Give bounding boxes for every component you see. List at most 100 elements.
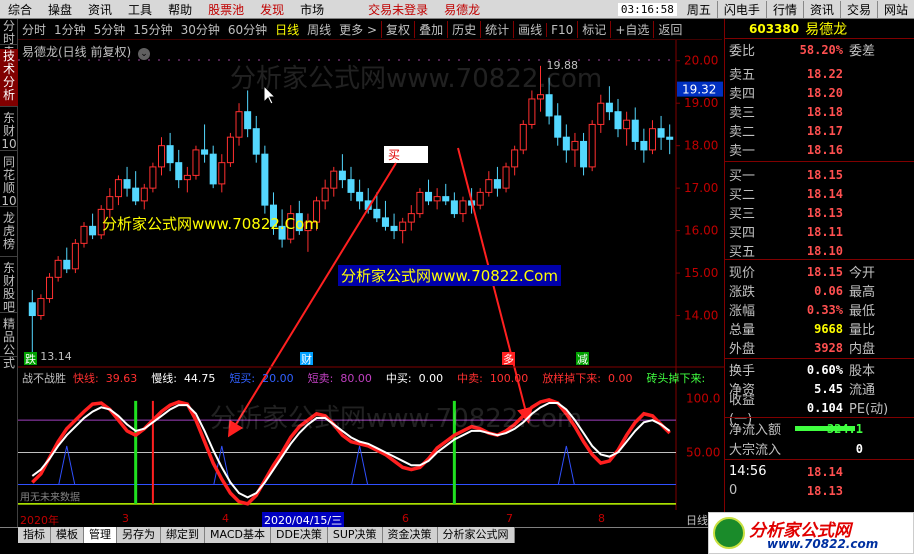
quote-label: 买一: [729, 169, 756, 184]
quote-label: 净流入额: [729, 423, 782, 438]
candle: [476, 188, 484, 210]
candle: [657, 115, 665, 150]
toolbar-button[interactable]: F10: [546, 22, 577, 37]
candle: [175, 149, 183, 189]
indicator-tab[interactable]: MACD基本: [205, 527, 271, 543]
toolbar-button[interactable]: 复权: [381, 21, 414, 38]
quick-button[interactable]: 资讯: [802, 1, 840, 18]
candle: [614, 98, 622, 138]
period-tab[interactable]: 1分钟: [50, 21, 90, 38]
kline-chart[interactable]: 20.00 19.00 18.00 17.00 16.00 15.00 14.00 19.32…: [18, 40, 724, 512]
indicator-tab[interactable]: 模板: [51, 527, 84, 543]
candle-body: [416, 191, 424, 215]
period-tab[interactable]: 30分钟: [177, 21, 224, 38]
candle: [562, 124, 570, 163]
quote-value: 18.17: [806, 123, 843, 138]
toolbar-button[interactable]: +自选: [610, 21, 653, 38]
period-tab[interactable]: 60分钟: [224, 21, 271, 38]
quote-value: 3928: [814, 340, 843, 355]
quote-value: 18.13: [806, 483, 843, 498]
quote-row: 卖五 18.22: [725, 64, 914, 84]
menu-item[interactable]: 综合: [0, 1, 40, 18]
candle-body: [580, 140, 588, 168]
candle-body: [209, 153, 217, 185]
site-logo: 分析家公式网 www.70822.com: [708, 512, 914, 554]
candle-body: [218, 162, 226, 185]
side-tab[interactable]: 精品公式: [0, 317, 18, 370]
candle-body: [149, 166, 157, 189]
indicator-value: 短卖: 80.00: [308, 372, 379, 385]
indicator-tab[interactable]: 绑定到: [161, 527, 205, 543]
side-tab[interactable]: 分时走势: [0, 19, 18, 72]
candle-body: [97, 208, 105, 236]
candle-body: [71, 242, 79, 270]
event-marker[interactable]: 财: [300, 352, 313, 366]
side-tab[interactable]: 东财10: [0, 111, 18, 151]
side-tab[interactable]: 同花顺10: [0, 155, 18, 208]
current-price-tag: 19.32: [677, 81, 723, 97]
indicator-label: 短卖:: [307, 372, 334, 385]
toolbar-button[interactable]: 叠加: [414, 21, 447, 38]
menu-item[interactable]: 市场: [292, 1, 332, 18]
toolbar-button[interactable]: 标记: [577, 21, 610, 38]
menu-item[interactable]: 操盘: [40, 1, 80, 18]
event-marker[interactable]: 跌: [24, 352, 37, 366]
toolbar-button[interactable]: 返回: [653, 21, 686, 38]
quote-value: 0.60%: [806, 362, 843, 377]
candle: [381, 200, 389, 231]
toolbar-button[interactable]: 统计: [480, 21, 513, 38]
menu-item[interactable]: 资讯: [80, 1, 120, 18]
indicator-tab[interactable]: 分析家公式网: [438, 527, 515, 543]
candle: [235, 103, 243, 146]
side-tab[interactable]: 技术分析: [0, 49, 18, 107]
login-status[interactable]: 交易未登录: [360, 1, 436, 18]
candle-body: [666, 136, 674, 140]
indicator-tab[interactable]: 另存为: [117, 527, 161, 543]
menu-item[interactable]: 发现: [252, 1, 292, 18]
candle: [140, 183, 148, 210]
candle: [304, 213, 312, 252]
period-tab[interactable]: 15分钟: [129, 21, 176, 38]
stock-name: 易德龙: [805, 21, 848, 38]
indicator-tab[interactable]: 管理: [84, 527, 117, 543]
divider: [725, 259, 914, 260]
menu-item[interactable]: 股票池: [200, 1, 252, 18]
period-tab[interactable]: 分时: [18, 21, 50, 38]
side-tab[interactable]: 龙虎榜: [0, 211, 18, 257]
side-tab[interactable]: 东财股吧: [0, 261, 18, 314]
quote-label: 卖二: [729, 125, 756, 140]
indicator-tab[interactable]: 指标: [18, 527, 51, 543]
period-tab[interactable]: 5分钟: [90, 21, 130, 38]
quick-button[interactable]: 交易: [839, 1, 877, 18]
quote-row: 买二 18.14: [725, 184, 914, 204]
period-tab[interactable]: 日线: [271, 21, 303, 38]
quote-label: 买三: [729, 207, 756, 222]
candle: [528, 90, 536, 129]
period-label: 日线: [686, 514, 708, 527]
period-tab[interactable]: 周线: [303, 21, 335, 38]
candle-body: [235, 111, 243, 138]
event-marker[interactable]: 多: [502, 352, 515, 366]
menu-item[interactable]: 帮助: [160, 1, 200, 18]
quote-value: 18.14: [806, 186, 843, 201]
chevron-down-icon[interactable]: ⌄: [138, 48, 151, 60]
quick-button[interactable]: 网站: [876, 1, 914, 18]
indicator-tab[interactable]: 资金决策: [383, 527, 438, 543]
event-marker[interactable]: 减: [576, 352, 589, 366]
quote-value: 0: [855, 441, 863, 456]
candle-body: [201, 149, 209, 155]
menu-item[interactable]: 工具: [120, 1, 160, 18]
short-buy-spike: [557, 445, 575, 485]
candle-body: [140, 187, 148, 202]
toolbar-button[interactable]: 历史: [447, 21, 480, 38]
quick-button[interactable]: 闪电手: [716, 1, 766, 18]
indicator-tab[interactable]: DDE决策: [271, 527, 328, 543]
indicator-tab[interactable]: SUP决策: [328, 527, 383, 543]
candle-body: [597, 102, 605, 125]
candle: [407, 205, 415, 231]
toolbar-button[interactable]: 画线: [513, 21, 546, 38]
period-tab[interactable]: 更多 >: [335, 21, 381, 38]
quick-button[interactable]: 行情: [765, 1, 803, 18]
quote-value: 18.16: [806, 142, 843, 157]
candle-body: [54, 259, 62, 278]
